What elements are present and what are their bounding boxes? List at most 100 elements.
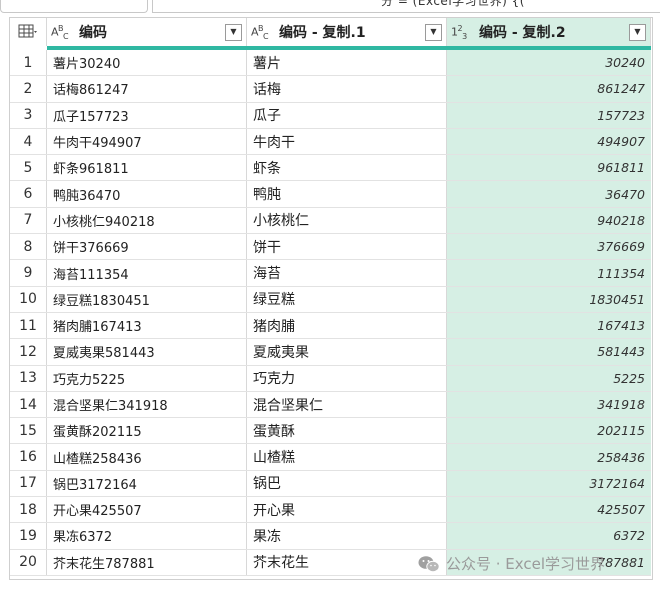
cell-code[interactable]: 虾条961811 bbox=[47, 155, 247, 181]
table-row[interactable]: 4 牛肉干494907 牛肉干 494907 bbox=[10, 128, 651, 156]
table-row[interactable]: 6 鸭肫36470 鸭肫 36470 bbox=[10, 181, 651, 208]
row-number[interactable]: 1 bbox=[10, 50, 47, 76]
column-header-b[interactable]: ABC 编码 - 复制.1 ▼ bbox=[247, 18, 447, 46]
cell-code[interactable]: 小核桃仁940218 bbox=[47, 207, 247, 234]
cell-code-copy-1[interactable]: 饼干 bbox=[247, 234, 447, 260]
table-row[interactable]: 2 话梅861247 话梅 861247 bbox=[10, 76, 651, 103]
table-row[interactable]: 8 饼干376669 饼干 376669 bbox=[10, 234, 651, 261]
cell-code-copy-2[interactable]: 376669 bbox=[447, 234, 651, 260]
cell-code-copy-1[interactable]: 混合坚果仁 bbox=[247, 391, 447, 418]
cell-code-copy-2[interactable]: 167413 bbox=[447, 312, 651, 339]
cell-code-copy-1[interactable]: 果冻 bbox=[247, 523, 447, 549]
cell-code-copy-1[interactable]: 薯片 bbox=[247, 50, 447, 76]
table-row[interactable]: 13 巧克力5225 巧克力 5225 bbox=[10, 365, 651, 392]
cell-code[interactable]: 夏威夷果581443 bbox=[47, 339, 247, 365]
row-number[interactable]: 11 bbox=[10, 312, 47, 339]
table-row[interactable]: 9 海苔111354 海苔 111354 bbox=[10, 260, 651, 287]
cell-code[interactable]: 饼干376669 bbox=[47, 234, 247, 260]
cell-code[interactable]: 山楂糕258436 bbox=[47, 444, 247, 470]
cell-code[interactable]: 瓜子157723 bbox=[47, 102, 247, 128]
table-row[interactable]: 18 开心果425507 开心果 425507 bbox=[10, 497, 651, 524]
cell-code-copy-1[interactable]: 小核桃仁 bbox=[247, 207, 447, 234]
row-number[interactable]: 2 bbox=[10, 76, 47, 102]
table-row[interactable]: 1 薯片30240 薯片 30240 bbox=[10, 50, 651, 77]
cell-code-copy-2[interactable]: 6372 bbox=[447, 523, 651, 549]
cell-code-copy-1[interactable]: 芥末花生 bbox=[247, 549, 447, 575]
filter-dropdown-button[interactable]: ▼ bbox=[225, 23, 242, 41]
cell-code-copy-2[interactable]: 861247 bbox=[447, 76, 651, 102]
cell-code[interactable]: 开心果425507 bbox=[47, 497, 247, 523]
cell-code-copy-2[interactable]: 5225 bbox=[447, 365, 651, 391]
cell-code[interactable]: 巧克力5225 bbox=[47, 365, 247, 391]
cell-code[interactable]: 话梅861247 bbox=[47, 76, 247, 102]
number-type-icon[interactable]: 123 bbox=[451, 24, 477, 41]
cell-code-copy-2[interactable]: 787881 bbox=[447, 549, 651, 575]
cell-code[interactable]: 果冻6372 bbox=[47, 523, 247, 549]
cell-code[interactable]: 猪肉脯167413 bbox=[47, 312, 247, 339]
cell-code-copy-1[interactable]: 山楂糕 bbox=[247, 444, 447, 470]
cell-code[interactable]: 绿豆糕1830451 bbox=[47, 286, 247, 312]
name-box[interactable] bbox=[0, 0, 148, 13]
table-row[interactable]: 19 果冻6372 果冻 6372 bbox=[10, 523, 651, 550]
cell-code-copy-2[interactable]: 202115 bbox=[447, 418, 651, 444]
table-row[interactable]: 17 锅巴3172164 锅巴 3172164 bbox=[10, 470, 651, 498]
row-number[interactable]: 5 bbox=[10, 155, 47, 181]
cell-code-copy-1[interactable]: 话梅 bbox=[247, 76, 447, 102]
cell-code-copy-1[interactable]: 夏威夷果 bbox=[247, 339, 447, 365]
cell-code[interactable]: 芥末花生787881 bbox=[47, 549, 247, 575]
row-number[interactable]: 18 bbox=[10, 497, 47, 523]
table-row[interactable]: 15 蛋黄酥202115 蛋黄酥 202115 bbox=[10, 418, 651, 445]
table-row[interactable]: 20 芥末花生787881 芥末花生 787881 bbox=[10, 549, 651, 576]
table-row[interactable]: 3 瓜子157723 瓜子 157723 bbox=[10, 102, 651, 129]
cell-code-copy-1[interactable]: 瓜子 bbox=[247, 102, 447, 128]
cell-code-copy-2[interactable]: 258436 bbox=[447, 444, 651, 470]
cell-code-copy-1[interactable]: 虾条 bbox=[247, 155, 447, 181]
cell-code-copy-1[interactable]: 牛肉干 bbox=[247, 128, 447, 155]
cell-code-copy-2[interactable]: 157723 bbox=[447, 102, 651, 128]
filter-dropdown-button[interactable]: ▼ bbox=[425, 23, 442, 41]
row-number[interactable]: 20 bbox=[10, 549, 47, 575]
cell-code[interactable]: 牛肉干494907 bbox=[47, 128, 247, 155]
cell-code-copy-2[interactable]: 111354 bbox=[447, 260, 651, 286]
table-row[interactable]: 7 小核桃仁940218 小核桃仁 940218 bbox=[10, 207, 651, 235]
row-number[interactable]: 3 bbox=[10, 102, 47, 128]
row-number[interactable]: 19 bbox=[10, 523, 47, 549]
text-type-icon[interactable]: ABC bbox=[51, 24, 77, 41]
cell-code[interactable]: 海苔111354 bbox=[47, 260, 247, 286]
row-number[interactable]: 4 bbox=[10, 128, 47, 155]
cell-code-copy-2[interactable]: 30240 bbox=[447, 50, 651, 76]
cell-code-copy-1[interactable]: 开心果 bbox=[247, 497, 447, 523]
cell-code-copy-1[interactable]: 巧克力 bbox=[247, 365, 447, 391]
text-type-icon[interactable]: ABC bbox=[251, 24, 277, 41]
filter-dropdown-button[interactable]: ▼ bbox=[629, 23, 646, 41]
cell-code[interactable]: 锅巴3172164 bbox=[47, 470, 247, 497]
row-number[interactable]: 9 bbox=[10, 260, 47, 286]
cell-code[interactable]: 蛋黄酥202115 bbox=[47, 418, 247, 444]
row-number[interactable]: 15 bbox=[10, 418, 47, 444]
cell-code-copy-2[interactable]: 1830451 bbox=[447, 286, 651, 312]
cell-code-copy-1[interactable]: 绿豆糕 bbox=[247, 286, 447, 312]
row-number[interactable]: 12 bbox=[10, 339, 47, 365]
row-number[interactable]: 7 bbox=[10, 207, 47, 234]
cell-code-copy-2[interactable]: 494907 bbox=[447, 128, 651, 155]
formula-bar[interactable]: 分 = (Excel学习世界) {( bbox=[152, 0, 660, 13]
table-row[interactable]: 10 绿豆糕1830451 绿豆糕 1830451 bbox=[10, 286, 651, 313]
cell-code-copy-1[interactable]: 猪肉脯 bbox=[247, 312, 447, 339]
column-header-a[interactable]: ABC 编码 ▼ bbox=[47, 18, 247, 46]
row-number[interactable]: 17 bbox=[10, 470, 47, 497]
table-row[interactable]: 14 混合坚果仁341918 混合坚果仁 341918 bbox=[10, 391, 651, 419]
column-header-c[interactable]: 123 编码 - 复制.2 ▼ bbox=[447, 18, 651, 46]
row-number[interactable]: 13 bbox=[10, 365, 47, 391]
table-menu-button[interactable] bbox=[10, 18, 47, 46]
cell-code-copy-2[interactable]: 3172164 bbox=[447, 470, 651, 497]
cell-code-copy-1[interactable]: 海苔 bbox=[247, 260, 447, 286]
cell-code-copy-2[interactable]: 36470 bbox=[447, 181, 651, 207]
row-number[interactable]: 16 bbox=[10, 444, 47, 470]
cell-code[interactable]: 混合坚果仁341918 bbox=[47, 391, 247, 418]
row-number[interactable]: 8 bbox=[10, 234, 47, 260]
row-number[interactable]: 10 bbox=[10, 286, 47, 312]
cell-code[interactable]: 薯片30240 bbox=[47, 50, 247, 76]
row-number[interactable]: 6 bbox=[10, 181, 47, 207]
row-number[interactable]: 14 bbox=[10, 391, 47, 418]
cell-code-copy-2[interactable]: 961811 bbox=[447, 155, 651, 181]
